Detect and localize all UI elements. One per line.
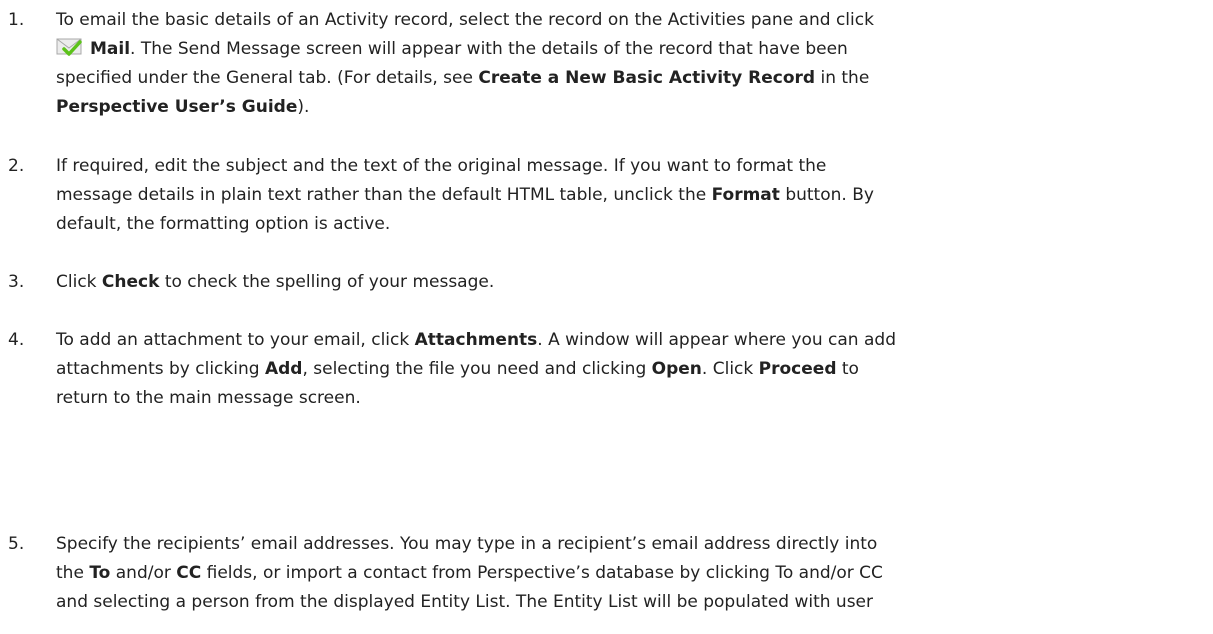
mail-button-label: Mail [90, 39, 131, 59]
step-5-line-2-text-b: and/or [110, 563, 177, 583]
step-number: 3. [8, 272, 25, 292]
step-1-line-4-text: ). [297, 97, 310, 117]
add-button-label: Add [264, 359, 303, 379]
step-5-line-1: Specify the recipients’ email addresses.… [56, 534, 878, 554]
format-button-label: Format [711, 185, 780, 205]
step-5-line-3: and selecting a person from the displaye… [56, 592, 874, 612]
step-2-line-3: default, the formatting option is active… [56, 214, 391, 234]
step-2-line-2: message details in plain text rather tha… [56, 181, 1171, 210]
step-4-line-3: return to the main message screen. [56, 388, 361, 408]
step-1-line-3-text-a: specified under the General tab. (For de… [56, 68, 479, 88]
step-text: Click Check to check the spelling of you… [56, 268, 1171, 297]
step-1-line-2-text: . The Send Message screen will appear wi… [130, 39, 848, 59]
step-4-line-1-text-b: . A window will appear where you can add [537, 330, 896, 350]
step-1-line-1: To email the basic details of an Activit… [56, 10, 874, 30]
open-button-label: Open [651, 359, 702, 379]
mail-checkmark-icon [56, 37, 84, 57]
step-4-line-1: To add an attachment to your email, clic… [56, 326, 1171, 355]
step-5-line-2: the To and/or CC fields, or import a con… [56, 559, 1171, 588]
step-2-line-2-text-a: message details in plain text rather tha… [56, 185, 712, 205]
step-3-line-1-text-a: Click [56, 272, 102, 292]
step-number: 2. [8, 156, 25, 176]
step-5-line-2-text-a: the [56, 563, 90, 583]
step-4-line-2-text-b: , selecting the file you need and clicki… [302, 359, 652, 379]
step-1-line-4: Perspective User’s Guide). [56, 93, 1171, 122]
step-text: Specify the recipients’ email addresses.… [56, 530, 1171, 617]
step-2-line-1: If required, edit the subject and the te… [56, 156, 827, 176]
cc-field-label: CC [176, 563, 202, 583]
guide-title: Perspective User’s Guide [56, 97, 298, 117]
step-text: To email the basic details of an Activit… [56, 6, 1171, 122]
step-3-line-1: Click Check to check the spelling of you… [56, 268, 1171, 297]
step-4-line-2: attachments by clicking Add, selecting t… [56, 355, 1171, 384]
step-number: 1. [8, 10, 25, 30]
document-page: 1. To email the basic details of an Acti… [0, 0, 1213, 634]
step-4-line-2-text-d: to [836, 359, 859, 379]
check-button-label: Check [101, 272, 160, 292]
attachments-button-label: Attachments [414, 330, 538, 350]
step-3-line-1-text-b: to check the spelling of your message. [159, 272, 495, 292]
step-1-line-3-text-b: in the [815, 68, 870, 88]
step-5-line-2-text-c: fields, or import a contact from Perspec… [201, 563, 883, 583]
step-text: If required, edit the subject and the te… [56, 152, 1171, 239]
proceed-button-label: Proceed [758, 359, 837, 379]
guide-reference: Create a New Basic Activity Record [478, 68, 816, 88]
step-text: To add an attachment to your email, clic… [56, 326, 1171, 413]
step-4-line-2-text-c: . Click [701, 359, 759, 379]
step-1-line-2: Mail. The Send Message screen will appea… [56, 35, 1171, 64]
step-number: 5. [8, 534, 25, 554]
step-number: 4. [8, 330, 25, 350]
to-field-label: To [89, 563, 111, 583]
step-2-line-2-text-b: button. By [779, 185, 874, 205]
step-4-line-1-text-a: To add an attachment to your email, clic… [56, 330, 415, 350]
step-1-line-3: specified under the General tab. (For de… [56, 64, 1171, 93]
step-4-line-2-text-a: attachments by clicking [56, 359, 265, 379]
